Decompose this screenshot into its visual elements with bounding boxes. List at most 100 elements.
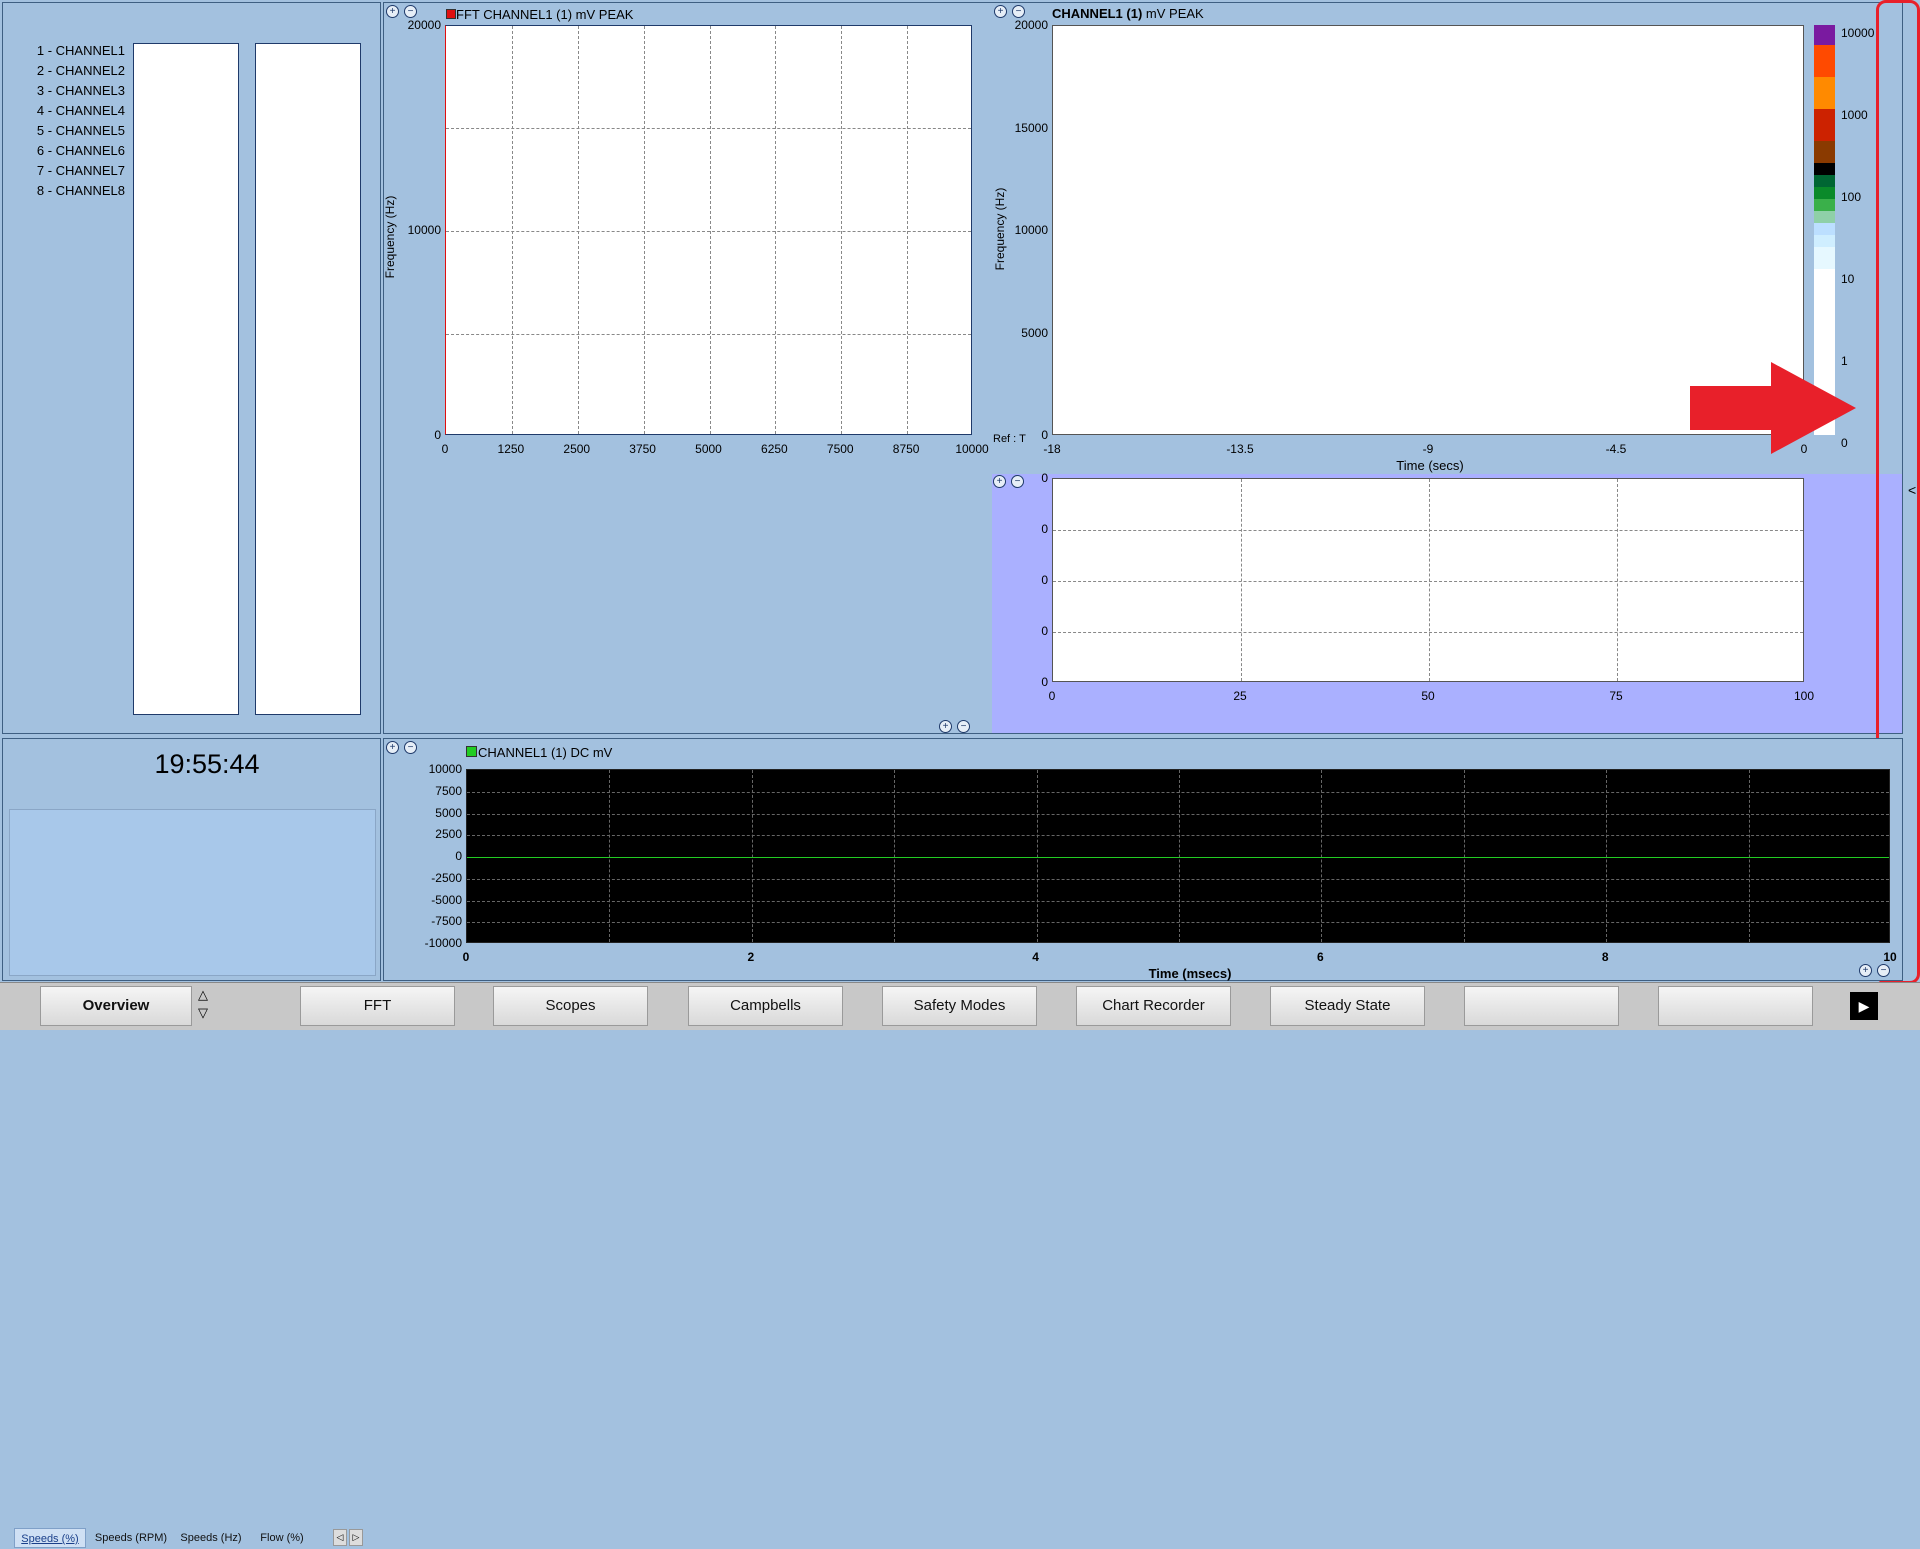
grid-line [894,770,896,942]
grid-line [751,770,753,942]
tab-speeds-hz[interactable]: Speeds (Hz) [175,1528,247,1548]
y-tick-label: 0 [1041,624,1048,638]
y-tick-label: 0 [1041,573,1048,587]
x-tick-label: -4.5 [1605,442,1627,456]
tab-content [9,809,376,976]
x-tick-label: 25 [1233,689,1247,703]
grid-line [1463,770,1465,942]
x-tick-label: 10 [1883,950,1897,964]
chart-title: CHANNEL1 (1) mV PEAK [1052,6,1204,21]
zoom-in-icon[interactable]: + [1859,964,1872,977]
x-tick-label: -9 [1422,442,1434,456]
grid-line [1053,530,1803,531]
channel-label: 6 - CHANNEL6 [36,143,125,158]
zoom-out-icon[interactable]: − [1877,964,1890,977]
legend-swatch [446,9,456,19]
nav-button-campbells[interactable]: Campbells [688,986,843,1026]
nav-button-chart-recorder[interactable]: Chart Recorder [1076,986,1231,1026]
channel-label: 5 - CHANNEL5 [36,123,125,138]
colorbar-label: 10000 [1841,26,1875,40]
zoom-out-icon[interactable]: − [404,741,417,754]
x-tick-label: 8750 [892,442,920,456]
grid-line [609,770,611,942]
zoom-in-icon[interactable]: + [994,5,1007,18]
x-tick-label: 8 [1601,950,1609,964]
chart-title: FFT CHANNEL1 (1) mV PEAK [456,7,634,22]
x-tick-label: 6250 [761,442,788,456]
nav-button-overview[interactable]: Overview [40,986,192,1026]
y-tick-label: -7500 [431,914,462,929]
tab-flow-percent[interactable]: Flow (%) [251,1528,313,1548]
x-tick-label: 2 [747,950,755,964]
grid-line [1429,479,1430,681]
play-button[interactable]: ▶ [1850,992,1878,1020]
grid-line [709,26,711,434]
nav-button-empty-7[interactable] [1464,986,1619,1026]
x-tick-label: 0 [462,950,470,964]
y-tick-label: 5000 [435,805,462,820]
zoom-in-icon[interactable]: + [386,5,399,18]
channel-label: 7 - CHANNEL7 [36,163,125,178]
x-tick-label: 3750 [629,442,656,456]
x-axis-label: Time (secs) [1396,458,1464,473]
tab-speeds-percent[interactable]: Speeds (%) [14,1528,86,1548]
zoom-in-icon[interactable]: + [939,720,952,733]
zoom-out-icon[interactable]: − [957,720,970,733]
x-tick-label: -18 [1043,442,1061,456]
y-tick-label: 7500 [435,783,462,798]
y-tick-label: 15000 [1014,120,1048,135]
grid-line [841,26,843,434]
x-tick-label: 6 [1317,950,1324,964]
channel-list-panel: 1 - CHANNEL1 2 - CHANNEL2 3 - CHANNEL3 4 - … [2,2,381,734]
colorbar-label: 1000 [1841,108,1868,122]
tab-scroll-right-icon[interactable]: ▷ [349,1529,363,1546]
nav-up-icon[interactable]: △ [198,987,208,1003]
y-tick-label: 10000 [428,762,462,776]
nav-button-fft[interactable]: FFT [300,986,455,1026]
nav-button-scopes[interactable]: Scopes [493,986,648,1026]
grid-line [446,128,971,129]
channel-bar-1 [133,43,239,715]
grid-line [907,26,909,434]
grid-line [1321,770,1323,942]
grid-line [467,878,1889,880]
y-tick-label: 2500 [435,827,462,842]
grid-line [446,231,971,232]
nav-button-steady-state[interactable]: Steady State [1270,986,1425,1026]
x-axis-label: Time (msecs) [1148,966,1232,981]
x-tick-label: 1250 [497,442,525,456]
chart-title-bold: CHANNEL1 (1) [1052,6,1143,21]
grid-line [643,26,645,434]
dc-plot-area[interactable] [466,769,1890,943]
red-arrow-annotation [1690,362,1856,454]
channel-bar-2 [255,43,361,715]
zoom-in-icon[interactable]: + [386,741,399,754]
zoom-out-icon[interactable]: − [404,5,417,18]
channel-label: 3 - CHANNEL3 [36,83,125,98]
x-tick-label: 50 [1421,689,1435,703]
x-tick-label: 75 [1609,689,1623,703]
grid-line [1617,479,1618,681]
grid-line [775,26,777,434]
signal-trace [467,857,1889,858]
y-tick-label: 0 [434,428,441,442]
chart-title: CHANNEL1 (1) DC mV [478,745,613,760]
nav-button-safety-modes[interactable]: Safety Modes [882,986,1037,1026]
grid-line [446,334,971,335]
grid-line [467,900,1889,902]
clock: 19:55:44 [154,749,260,779]
ref-label: Ref : T [993,433,1026,445]
tab-speeds-rpm[interactable]: Speeds (RPM) [91,1528,171,1548]
tab-scroll-left-icon[interactable]: ◁ [333,1529,347,1546]
zoom-out-icon[interactable]: − [1012,5,1025,18]
nav-down-icon[interactable]: ▽ [198,1005,208,1021]
x-tick-label: 0 [1048,689,1056,703]
small-plot-area[interactable] [1052,478,1804,682]
fft-plot-area[interactable] [445,25,972,435]
grid-line [1748,770,1750,942]
x-tick-label: -13.5 [1226,442,1254,456]
nav-button-empty-8[interactable] [1658,986,1813,1026]
channel-label: 2 - CHANNEL2 [36,63,125,78]
y-tick-label: 0 [1041,675,1048,689]
speeds-panel: 19:55:44 Speeds (%) Speeds (RPM) Speeds … [2,738,381,1548]
